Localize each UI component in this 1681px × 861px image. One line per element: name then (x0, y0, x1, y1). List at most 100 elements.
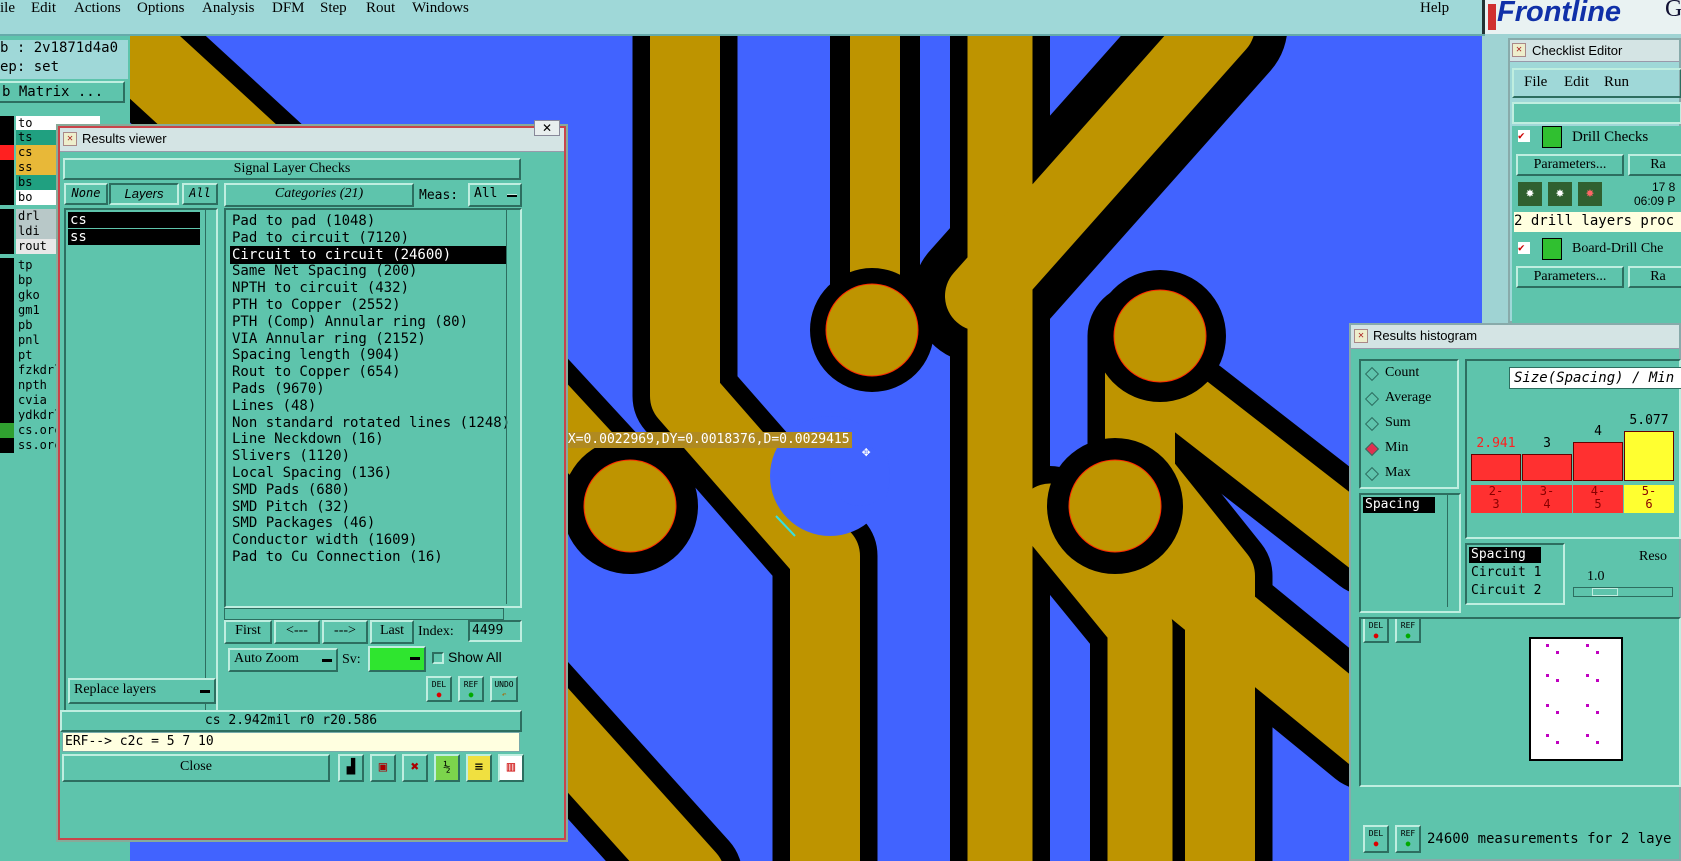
resolution-slider[interactable] (1573, 587, 1673, 597)
histogram-bar[interactable] (1471, 454, 1521, 481)
notes-icon[interactable]: ≡ (466, 754, 492, 782)
replace-layers-dropdown[interactable]: Replace layers (68, 678, 216, 704)
category-item[interactable]: Line Neckdown (16) (232, 430, 384, 448)
menu-analysis[interactable]: Analysis (202, 0, 255, 17)
histogram-bar[interactable] (1573, 442, 1623, 481)
histogram-bar[interactable] (1624, 431, 1674, 481)
category-item[interactable]: Non standard rotated lines (1248) (232, 414, 510, 432)
report-icon[interactable]: ▣ (370, 754, 396, 782)
histogram-icon[interactable]: ▥ (498, 754, 524, 782)
category-item[interactable]: Conductor width (1609) (232, 531, 417, 549)
menu-help[interactable]: Help (1420, 0, 1449, 17)
column-item-circuit2[interactable]: Circuit 2 (1469, 583, 1541, 599)
categories-scrollbar[interactable] (506, 210, 518, 604)
next-button[interactable]: ---> (322, 620, 368, 644)
column-item-spacing[interactable]: Spacing (1469, 547, 1541, 563)
checklist-menu-file[interactable]: File (1524, 74, 1547, 91)
highlight-icon[interactable]: ▟ (338, 754, 364, 782)
category-item[interactable]: Slivers (1120) (232, 447, 350, 465)
menu-file[interactable]: ile (0, 0, 15, 17)
categories-tab[interactable]: Categories (21) (224, 183, 414, 207)
severity-dropdown[interactable] (368, 646, 426, 672)
menu-options[interactable]: Options (137, 0, 185, 17)
first-button[interactable]: First (224, 620, 272, 644)
job-matrix-button[interactable]: b Matrix ... (0, 81, 125, 103)
layers-tab[interactable]: Layers (109, 183, 179, 205)
categories-hscrollbar[interactable] (224, 608, 504, 620)
column-item-circuit1[interactable]: Circuit 1 (1469, 565, 1541, 581)
category-item[interactable]: PTH (Comp) Annular ring (80) (232, 313, 468, 331)
last-button[interactable]: Last (370, 620, 414, 644)
all-button[interactable]: All (182, 183, 218, 205)
category-item[interactable]: SMD Packages (46) (232, 514, 375, 532)
menu-windows[interactable]: Windows (412, 0, 469, 17)
histogram-titlebar[interactable]: ✕ Results histogram (1351, 325, 1679, 349)
menu-step[interactable]: Step (320, 0, 347, 17)
category-item[interactable]: PTH to Copper (2552) (232, 296, 401, 314)
range-button-2[interactable]: Ra (1628, 266, 1681, 288)
meas-dropdown[interactable]: All (468, 183, 522, 207)
close-button[interactable]: Close (62, 754, 330, 782)
check-set-header[interactable]: Signal Layer Checks (63, 158, 521, 180)
category-item[interactable]: Lines (48) (232, 397, 316, 415)
spacing-item[interactable]: Spacing (1363, 497, 1435, 513)
run-stop-icon[interactable]: ✸ (1578, 182, 1602, 206)
menu-dfm[interactable]: DFM (272, 0, 305, 17)
layer-swatch (0, 333, 14, 348)
category-item[interactable]: Pad to circuit (7120) (232, 229, 409, 247)
footer-del-button[interactable]: DEL ● (1363, 825, 1389, 853)
undo-button[interactable]: UNDO ↶ (490, 676, 518, 702)
drill-checks-checkbox[interactable]: ✔ (1518, 130, 1530, 142)
footer-ref-button[interactable]: REF ● (1395, 825, 1421, 853)
parameters-button[interactable]: Parameters... (1516, 154, 1624, 176)
results-viewer-titlebar[interactable]: ✕ Results viewer ✕ (60, 120, 564, 152)
parameters-button-2[interactable]: Parameters... (1516, 266, 1624, 288)
ref-button[interactable]: REF ● (458, 676, 484, 702)
menu-rout[interactable]: Rout (366, 0, 395, 17)
run-date: 17 8 (1652, 180, 1676, 194)
spacing-scrollbar[interactable] (1447, 495, 1459, 607)
checklist-menu-edit[interactable]: Edit (1564, 74, 1589, 91)
category-item[interactable]: Same Net Spacing (200) (232, 262, 417, 280)
checklist-menu-run[interactable]: Run (1604, 74, 1629, 91)
close-icon[interactable]: ✕ (534, 120, 560, 136)
compare-icon[interactable]: ½ (434, 754, 460, 782)
layer-results-list[interactable]: cs ss (64, 208, 218, 736)
auto-zoom-dropdown[interactable]: Auto Zoom (228, 648, 338, 672)
show-all-checkbox[interactable] (432, 652, 444, 664)
prev-button[interactable]: <--- (274, 620, 320, 644)
category-item[interactable]: Pads (9670) (232, 380, 325, 398)
run-select-icon[interactable]: ✸ (1548, 182, 1572, 206)
category-item[interactable]: Circuit to circuit (24600) (230, 245, 506, 264)
category-item[interactable]: Rout to Copper (654) (232, 363, 401, 381)
category-item[interactable]: SMD Pitch (32) (232, 498, 350, 516)
menu-edit[interactable]: Edit (31, 0, 56, 17)
window-icon: ✕ (1512, 43, 1526, 57)
category-item[interactable]: VIA Annular ring (2152) (232, 330, 426, 348)
layer-swatch (0, 408, 14, 423)
ref-delete-icon[interactable]: ✖ (402, 754, 428, 782)
slider-handle[interactable] (1592, 588, 1618, 596)
run-icon[interactable]: ✸ (1518, 182, 1542, 206)
layer-item-cs[interactable]: cs (68, 212, 200, 228)
index-input[interactable]: 4499 (468, 620, 522, 642)
none-button[interactable]: None (64, 183, 108, 205)
cursor-icon: ✥ (862, 444, 871, 460)
categories-list[interactable]: Pad to pad (1048) Pad to circuit (7120) Ci… (224, 208, 522, 608)
del-button[interactable]: DEL ● (426, 676, 452, 702)
board-drill-checkbox[interactable]: ✔ (1518, 242, 1530, 254)
histogram-bar[interactable] (1522, 454, 1572, 481)
category-item[interactable]: NPTH to circuit (432) (232, 279, 409, 297)
checklist-titlebar[interactable]: ✕ Checklist Editor (1510, 40, 1679, 62)
category-item[interactable]: Pad to Cu Connection (16) (232, 548, 443, 566)
layer-item-ss[interactable]: ss (68, 229, 200, 245)
category-item[interactable]: Local Spacing (136) (232, 464, 392, 482)
category-item[interactable]: SMD Pads (680) (232, 481, 350, 499)
layer-list-scrollbar[interactable] (205, 210, 217, 732)
category-item[interactable]: Spacing length (904) (232, 346, 401, 364)
menu-actions[interactable]: Actions (74, 0, 121, 17)
spacing-list[interactable]: Spacing (1359, 493, 1461, 613)
category-item[interactable]: Pad to pad (1048) (232, 212, 375, 230)
column-list[interactable]: Spacing Circuit 1 Circuit 2 (1465, 543, 1565, 605)
range-button[interactable]: Ra (1628, 154, 1681, 176)
